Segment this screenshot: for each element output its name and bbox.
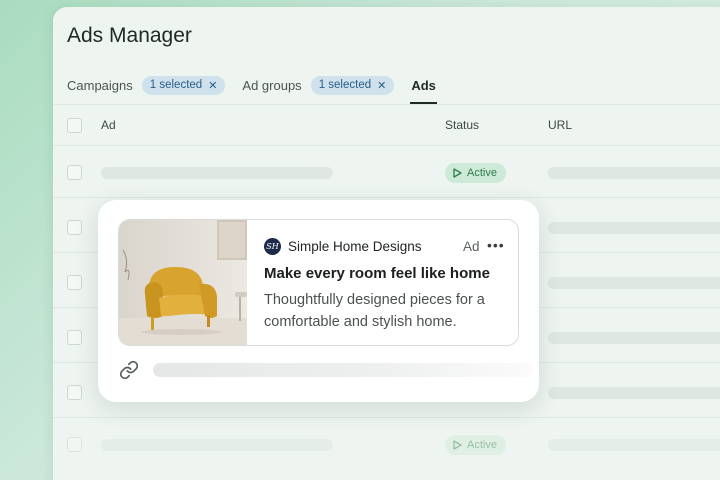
brand-logo: SH bbox=[264, 238, 281, 255]
tab-campaigns[interactable]: Campaigns bbox=[67, 78, 133, 93]
campaigns-chip-label: 1 selected bbox=[149, 79, 203, 91]
row-checkbox[interactable] bbox=[67, 330, 82, 345]
ad-name-placeholder bbox=[101, 439, 333, 451]
close-icon[interactable]: ✕ bbox=[377, 79, 386, 92]
tabs-divider bbox=[53, 104, 720, 105]
column-header-status[interactable]: Status bbox=[445, 118, 479, 132]
play-icon bbox=[453, 168, 462, 178]
filter-breadcrumb: Campaigns 1 selected ✕ Ad groups 1 selec… bbox=[67, 75, 437, 104]
url-placeholder bbox=[548, 277, 720, 289]
advertiser-name: Simple Home Designs bbox=[288, 239, 422, 254]
row-checkbox[interactable] bbox=[67, 220, 82, 235]
url-placeholder bbox=[548, 387, 720, 399]
url-placeholder bbox=[548, 222, 720, 234]
advertiser-row: SH Simple Home Designs bbox=[264, 238, 422, 255]
destination-url-placeholder bbox=[153, 363, 533, 377]
ad-headline: Make every room feel like home bbox=[264, 265, 490, 282]
ad-image-armchair bbox=[119, 220, 247, 345]
status-label: Active bbox=[467, 439, 497, 451]
ad-groups-chip-label: 1 selected bbox=[318, 79, 372, 91]
campaigns-selection-chip[interactable]: 1 selected ✕ bbox=[141, 75, 226, 95]
status-badge: Active bbox=[445, 435, 506, 455]
play-icon bbox=[453, 440, 462, 450]
ad-preview-card[interactable]: SH Simple Home Designs Ad ••• Make every… bbox=[98, 200, 539, 402]
url-placeholder bbox=[548, 439, 720, 451]
tab-ad-groups[interactable]: Ad groups bbox=[242, 78, 301, 93]
status-badge: Active bbox=[445, 163, 506, 183]
column-header-ad[interactable]: Ad bbox=[101, 118, 116, 132]
sponsored-label: Ad bbox=[463, 239, 480, 254]
row-checkbox[interactable] bbox=[67, 437, 82, 452]
select-all-checkbox[interactable] bbox=[67, 118, 82, 133]
page-title: Ads Manager bbox=[67, 24, 192, 47]
row-checkbox[interactable] bbox=[67, 165, 82, 180]
ad-groups-selection-chip[interactable]: 1 selected ✕ bbox=[310, 75, 395, 95]
header-divider bbox=[53, 145, 720, 146]
ad-name-placeholder bbox=[101, 167, 333, 179]
status-label: Active bbox=[467, 167, 497, 179]
url-placeholder bbox=[548, 332, 720, 344]
column-header-url[interactable]: URL bbox=[548, 118, 572, 132]
more-horizontal-icon[interactable]: ••• bbox=[487, 237, 505, 253]
row-checkbox[interactable] bbox=[67, 385, 82, 400]
row-divider bbox=[53, 417, 720, 418]
url-placeholder bbox=[548, 167, 720, 179]
close-icon[interactable]: ✕ bbox=[208, 79, 217, 92]
row-divider bbox=[53, 197, 720, 198]
link-icon[interactable] bbox=[119, 360, 139, 380]
ad-creative[interactable]: SH Simple Home Designs Ad ••• Make every… bbox=[118, 219, 519, 346]
ad-description: Thoughtfully designed pieces for a comfo… bbox=[264, 292, 485, 330]
row-checkbox[interactable] bbox=[67, 275, 82, 290]
tab-ads[interactable]: Ads bbox=[410, 78, 437, 104]
